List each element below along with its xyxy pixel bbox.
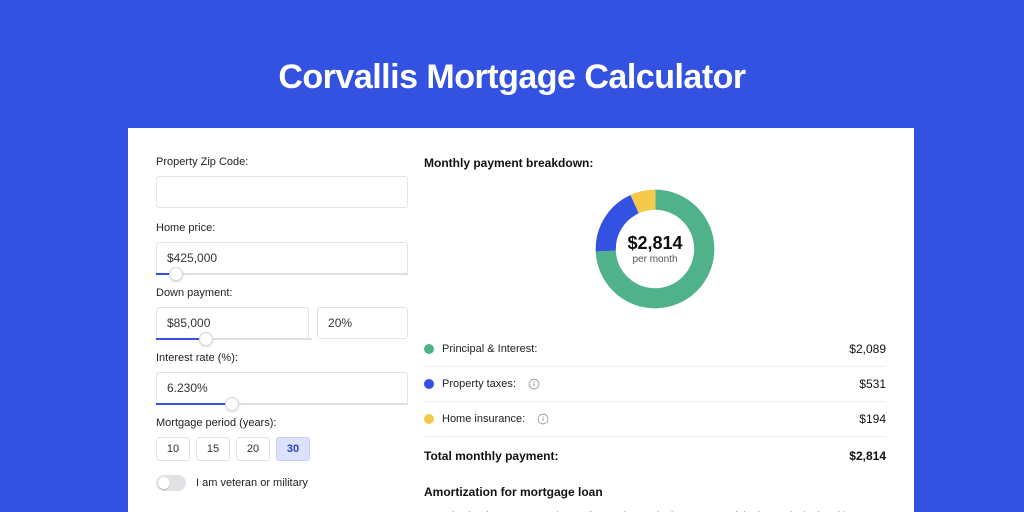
period-button-group: 10152030	[156, 437, 408, 461]
down-payment-slider[interactable]	[156, 338, 312, 340]
legend-value: $194	[859, 412, 886, 426]
period-button-20[interactable]: 20	[236, 437, 270, 461]
down-payment-row: Down payment:	[156, 287, 408, 340]
legend-dot-icon	[424, 344, 434, 354]
inputs-panel: Property Zip Code: Home price: Down paym…	[156, 156, 408, 512]
breakdown-title: Monthly payment breakdown:	[424, 156, 886, 170]
down-payment-input[interactable]	[156, 307, 309, 339]
total-label: Total monthly payment:	[424, 449, 558, 463]
period-row: Mortgage period (years): 10152030	[156, 417, 408, 461]
home-price-label: Home price:	[156, 222, 408, 234]
legend-label: Property taxes:	[442, 378, 516, 390]
donut-chart-wrap: $2,814 per month	[424, 184, 886, 314]
interest-label: Interest rate (%):	[156, 352, 408, 364]
period-label: Mortgage period (years):	[156, 417, 408, 429]
interest-slider-thumb[interactable]	[225, 397, 239, 411]
period-button-30[interactable]: 30	[276, 437, 310, 461]
period-button-15[interactable]: 15	[196, 437, 230, 461]
zip-input[interactable]	[156, 176, 408, 208]
info-icon[interactable]	[537, 413, 549, 425]
legend-row-0: Principal & Interest: $2,089	[424, 332, 886, 366]
total-value: $2,814	[849, 449, 886, 463]
veteran-row: I am veteran or military	[156, 475, 408, 491]
legend-label: Home insurance:	[442, 413, 525, 425]
donut-sub: per month	[632, 254, 677, 265]
down-payment-pct-input[interactable]	[317, 307, 408, 339]
amort-title: Amortization for mortgage loan	[424, 485, 886, 499]
interest-slider[interactable]	[156, 403, 408, 405]
page-title: Corvallis Mortgage Calculator	[0, 0, 1024, 97]
total-row: Total monthly payment: $2,814	[424, 437, 886, 477]
legend-dot-icon	[424, 379, 434, 389]
info-icon[interactable]	[528, 378, 540, 390]
home-price-slider-thumb[interactable]	[169, 267, 183, 281]
period-button-10[interactable]: 10	[156, 437, 190, 461]
home-price-slider[interactable]	[156, 273, 408, 275]
legend-label: Principal & Interest:	[442, 343, 537, 355]
legend-dot-icon	[424, 414, 434, 424]
zip-label: Property Zip Code:	[156, 156, 408, 168]
down-payment-label: Down payment:	[156, 287, 408, 299]
zip-field-row: Property Zip Code:	[156, 156, 408, 208]
donut-center: $2,814 per month	[590, 184, 720, 314]
legend-value: $531	[859, 377, 886, 391]
interest-input[interactable]	[156, 372, 408, 404]
home-price-row: Home price:	[156, 222, 408, 275]
breakdown-panel: Monthly payment breakdown: $2,814 per mo…	[424, 156, 886, 512]
veteran-toggle[interactable]	[156, 475, 186, 491]
veteran-label: I am veteran or military	[196, 477, 308, 489]
legend-row-1: Property taxes: $531	[424, 367, 886, 401]
donut-chart: $2,814 per month	[590, 184, 720, 314]
legend-value: $2,089	[849, 342, 886, 356]
down-payment-slider-thumb[interactable]	[199, 332, 213, 346]
donut-amount: $2,814	[627, 233, 682, 254]
legend-row-2: Home insurance: $194	[424, 402, 886, 436]
interest-slider-fill	[156, 403, 232, 405]
calculator-card: Property Zip Code: Home price: Down paym…	[128, 128, 914, 512]
interest-row: Interest rate (%):	[156, 352, 408, 405]
breakdown-legend: Principal & Interest: $2,089 Property taxe…	[424, 332, 886, 436]
home-price-input[interactable]	[156, 242, 408, 274]
